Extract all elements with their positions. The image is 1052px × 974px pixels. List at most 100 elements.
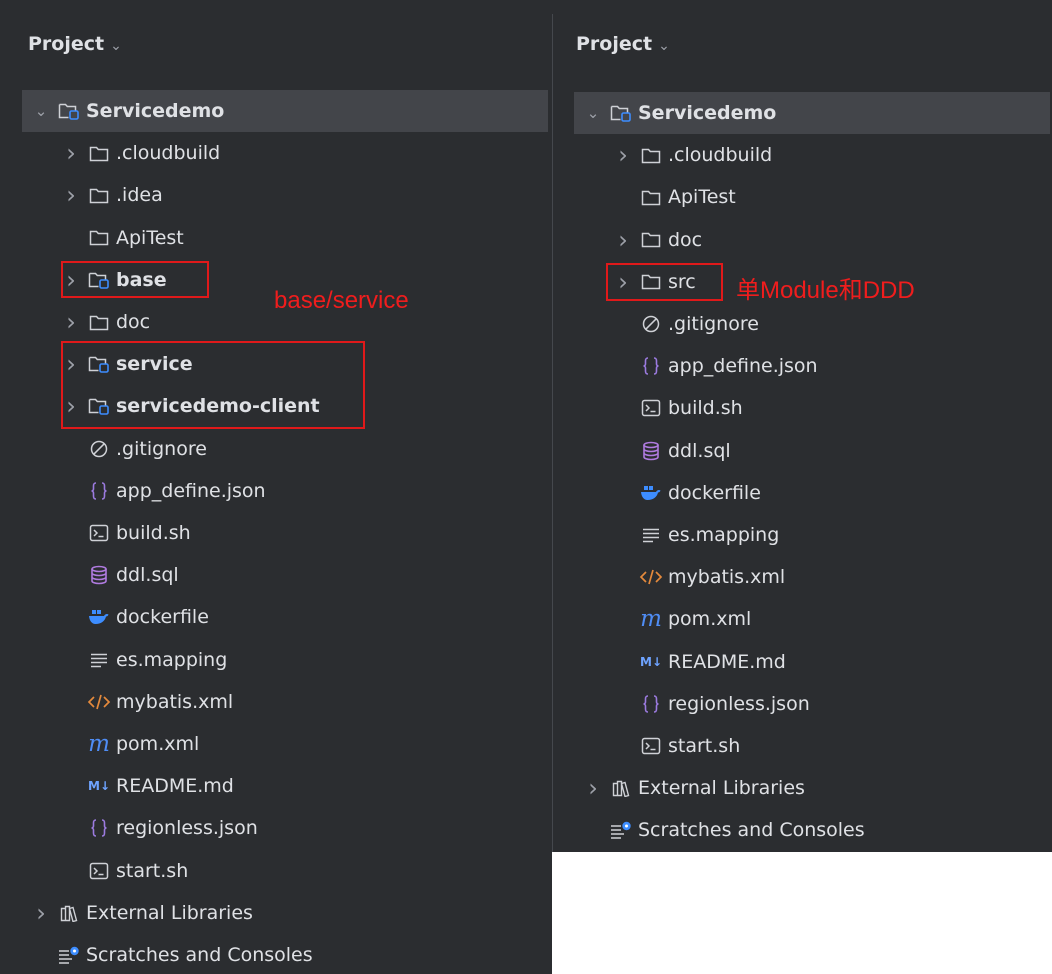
tree-item-label: .cloudbuild <box>116 142 221 165</box>
tree-item-label: pom.xml <box>668 608 752 631</box>
tree-item[interactable]: regionless.json <box>608 683 810 725</box>
library-icon <box>608 777 634 799</box>
tree-item-label: mybatis.xml <box>668 566 786 589</box>
json-icon <box>638 693 664 715</box>
markdown-icon: M↓ <box>88 779 110 794</box>
tree-item[interactable]: › .cloudbuild <box>56 132 220 174</box>
highlight-box-service <box>61 341 365 429</box>
folder-icon <box>86 311 112 333</box>
chevron-down-icon[interactable]: ⌄ <box>578 104 608 122</box>
tree-item-label: External Libraries <box>86 901 253 924</box>
tree-item-label: External Libraries <box>638 777 805 800</box>
tree-item[interactable]: m pom.xml <box>608 598 751 640</box>
tree-item[interactable]: ddl.sql <box>56 554 179 596</box>
chevron-down-icon[interactable]: ⌄ <box>26 102 56 120</box>
project-header-label: Project <box>576 33 653 55</box>
chevron-right-icon[interactable]: › <box>26 899 56 927</box>
project-view-header[interactable]: Project ⌄ <box>576 33 670 55</box>
folder-icon <box>86 184 112 206</box>
tree-item-label: es.mapping <box>668 524 780 546</box>
tree-item-label: build.sh <box>116 522 191 544</box>
tree-item-label: README.md <box>116 775 234 798</box>
folder-icon <box>86 227 112 249</box>
chevron-right-icon[interactable]: › <box>56 181 86 209</box>
tree-item[interactable]: dockerfile <box>56 596 209 638</box>
tree-item[interactable]: mybatis.xml <box>56 681 233 723</box>
chevron-right-icon[interactable]: › <box>608 141 638 169</box>
chevron-right-icon[interactable]: › <box>56 308 86 336</box>
tree-item[interactable]: ⌄ Servicedemo <box>22 90 548 132</box>
xml-icon <box>638 566 664 588</box>
ignore-icon <box>86 438 112 460</box>
chevron-right-icon[interactable]: › <box>608 226 638 254</box>
project-panel-left: Project ⌄ ⌄ Servicedemo › .cloudbuild › .idea A… <box>0 0 552 974</box>
tree-item[interactable]: build.sh <box>56 512 191 554</box>
xml-icon <box>86 691 112 713</box>
tree-item[interactable]: regionless.json <box>56 807 258 849</box>
tree-item[interactable]: .gitignore <box>56 428 207 470</box>
tree-item[interactable]: › doc <box>608 219 702 261</box>
shell-icon <box>86 522 112 544</box>
folder-icon <box>638 144 664 166</box>
shell-icon <box>86 860 112 882</box>
tree-item[interactable]: app_define.json <box>608 345 818 387</box>
folder-icon <box>638 229 664 251</box>
tree-item[interactable]: Scratches and Consoles <box>578 809 865 851</box>
tree-item[interactable]: › doc <box>56 301 150 343</box>
tree-item[interactable]: M↓ README.md <box>56 765 234 807</box>
tree-item[interactable]: ⌄ Servicedemo <box>574 92 1050 134</box>
tree-item-label: dockerfile <box>668 481 761 504</box>
tree-item[interactable]: › External Libraries <box>26 892 253 934</box>
tree-item[interactable]: m pom.xml <box>56 723 199 765</box>
tree-item-label: dockerfile <box>116 606 209 629</box>
tree-item[interactable]: Scratches and Consoles <box>26 934 313 974</box>
tree-item-label: Scratches and Consoles <box>638 819 865 842</box>
tree-item-label: mybatis.xml <box>116 690 234 713</box>
tree-item[interactable]: es.mapping <box>56 639 227 681</box>
database-icon <box>638 440 664 462</box>
tree-item[interactable]: dockerfile <box>608 472 761 514</box>
tree-item[interactable]: app_define.json <box>56 470 266 512</box>
tree-item-label: build.sh <box>668 397 743 420</box>
tree-item[interactable]: › External Libraries <box>578 767 805 809</box>
shell-icon <box>638 735 664 757</box>
tree-item[interactable]: M↓ README.md <box>608 641 786 683</box>
tree-item-label: regionless.json <box>116 817 258 840</box>
text-lines-icon <box>638 524 664 546</box>
tree-item[interactable]: ApiTest <box>56 217 184 259</box>
tree-item[interactable]: › .idea <box>56 174 163 216</box>
tree-item-label: es.mapping <box>116 648 228 671</box>
project-panel-right: Project ⌄ ⌄ Servicedemo › .cloudbuild ApiTest… <box>552 0 1052 852</box>
tree-item[interactable]: start.sh <box>608 725 740 767</box>
tree-item-label: pom.xml <box>116 733 200 755</box>
json-icon <box>86 480 112 502</box>
chevron-down-icon[interactable]: ⌄ <box>658 38 670 54</box>
tree-item[interactable]: ApiTest <box>608 176 736 218</box>
chevron-right-icon[interactable]: › <box>56 139 86 167</box>
database-icon <box>86 564 112 586</box>
tree-item-label: .gitignore <box>116 437 207 460</box>
tree-item-label: .idea <box>116 184 163 207</box>
tree-item[interactable]: .gitignore <box>608 303 759 345</box>
tree-item-label: start.sh <box>668 735 741 757</box>
tree-item-label: ApiTest <box>668 186 736 209</box>
tree-item-label: start.sh <box>116 859 189 882</box>
maven-icon: m <box>640 605 662 632</box>
annotation-label: base/service <box>274 287 409 314</box>
maven-icon: m <box>88 730 110 757</box>
tree-item-label: doc <box>116 311 151 333</box>
tree-item[interactable]: build.sh <box>608 387 743 429</box>
highlight-box-src <box>606 263 723 301</box>
docker-icon <box>638 482 664 504</box>
folder-icon <box>638 186 664 208</box>
tree-item[interactable]: mybatis.xml <box>608 556 785 598</box>
project-header-label: Project <box>28 33 105 55</box>
tree-item[interactable]: › .cloudbuild <box>608 134 772 176</box>
tree-item[interactable]: start.sh <box>56 850 188 892</box>
chevron-right-icon[interactable]: › <box>578 774 608 802</box>
project-view-header[interactable]: Project ⌄ <box>28 33 122 55</box>
tree-item[interactable]: ddl.sql <box>608 430 731 472</box>
tree-item[interactable]: es.mapping <box>608 514 779 556</box>
scratches-icon <box>608 819 634 841</box>
chevron-down-icon[interactable]: ⌄ <box>110 38 122 54</box>
